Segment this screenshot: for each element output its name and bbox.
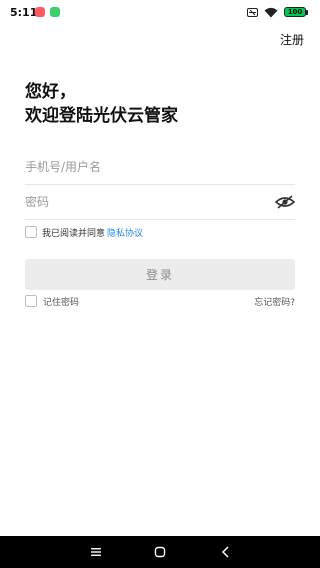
- home-icon[interactable]: [152, 544, 168, 560]
- back-icon[interactable]: [218, 544, 234, 560]
- status-right-group: 100: [247, 5, 308, 19]
- remember-password-label: 记住密码: [43, 297, 80, 308]
- menu-icon[interactable]: [88, 544, 104, 560]
- privacy-policy-link[interactable]: 隐私协议: [107, 226, 143, 239]
- no-sim-icon: [247, 7, 258, 17]
- battery-indicator: 100: [284, 7, 308, 17]
- eye-off-icon[interactable]: [275, 194, 295, 210]
- agreement-row: 我已阅读并同意 隐私协议: [25, 225, 143, 239]
- status-time: 5:11: [10, 6, 38, 19]
- app-notification-icon: [35, 7, 45, 17]
- greeting-line-2: 欢迎登陆光伏云管家: [25, 106, 178, 126]
- agreement-text: 我已阅读并同意: [42, 228, 106, 239]
- remember-password-checkbox[interactable]: [25, 295, 37, 307]
- greeting-line-1: 您好，: [25, 82, 76, 102]
- wifi-icon: [264, 7, 278, 17]
- forgot-password-link[interactable]: 忘记密码?: [254, 295, 295, 308]
- password-input[interactable]: [25, 185, 265, 219]
- password-field: [25, 185, 295, 220]
- login-button[interactable]: 登录: [25, 259, 295, 290]
- phone-input[interactable]: [25, 150, 265, 184]
- app-notification-icon: [50, 7, 60, 17]
- battery-icon: 100: [284, 7, 306, 17]
- agreement-checkbox[interactable]: [25, 226, 37, 238]
- greeting: 您好， 欢迎登陆光伏云管家: [25, 80, 178, 128]
- status-bar: 5:11 100: [0, 0, 320, 24]
- battery-tip: [306, 9, 308, 15]
- remember-row: 记住密码: [25, 294, 79, 308]
- register-link[interactable]: 注册: [280, 31, 304, 48]
- phone-field: [25, 150, 295, 185]
- navigation-bar: [0, 536, 320, 568]
